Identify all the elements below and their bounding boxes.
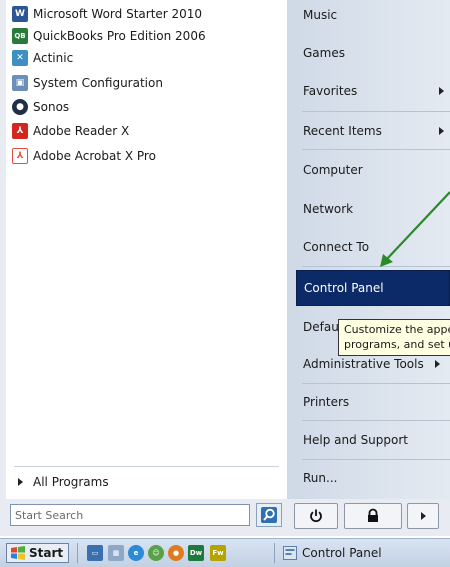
all-programs-button[interactable]: All Programs xyxy=(18,472,109,492)
control-panel-tooltip: Customize the appearance and functionali… xyxy=(338,319,450,356)
calculator-icon[interactable]: ▦ xyxy=(108,545,124,561)
menu-item-recent-items[interactable]: Recent Items xyxy=(296,119,450,143)
tooltip-line-1: Customize the appearance and functionali… xyxy=(344,323,450,336)
internet-explorer-icon[interactable]: e xyxy=(128,545,144,561)
tooltip-line-2: programs, and set up network connections… xyxy=(344,338,450,351)
control-panel-icon xyxy=(283,546,297,560)
menu-item-label: Games xyxy=(303,46,345,60)
divider xyxy=(302,459,450,460)
menu-item-label: Printers xyxy=(303,395,350,409)
shutdown-options-button[interactable] xyxy=(407,503,439,529)
program-item-sonos[interactable]: ● Sonos xyxy=(12,96,69,118)
divider xyxy=(302,383,450,384)
menu-item-label: Help and Support xyxy=(303,433,408,447)
divider xyxy=(302,266,450,267)
program-label: System Configuration xyxy=(33,76,163,90)
program-item-adobe-acrobat[interactable]: ⅄ Adobe Acrobat X Pro xyxy=(12,145,156,167)
divider xyxy=(302,420,450,421)
fireworks-icon[interactable]: Fw xyxy=(210,545,226,561)
menu-item-help-and-support[interactable]: Help and Support xyxy=(296,428,450,452)
word-icon: W xyxy=(12,6,28,22)
menu-item-music[interactable]: Music xyxy=(296,3,450,27)
adobe-reader-icon: ⅄ xyxy=(12,123,28,139)
menu-item-printers[interactable]: Printers xyxy=(296,390,450,414)
all-programs-label: All Programs xyxy=(33,475,109,489)
system-links-panel: Music Games Favorites Recent Items Compu… xyxy=(287,0,450,499)
menu-item-label: Connect To xyxy=(303,240,370,254)
program-label: Adobe Reader X xyxy=(33,124,130,138)
taskbar-item-control-panel[interactable]: Control Panel xyxy=(280,543,446,563)
program-item-quickbooks[interactable]: QB QuickBooks Pro Edition 2006 xyxy=(12,25,206,47)
search-button[interactable] xyxy=(256,503,282,527)
menu-item-label: Run... xyxy=(303,471,338,485)
lock-icon xyxy=(368,508,378,522)
taskbar-item-label: Control Panel xyxy=(302,546,382,560)
start-search-input[interactable] xyxy=(11,505,249,525)
lock-button[interactable] xyxy=(344,503,402,529)
program-label: QuickBooks Pro Edition 2006 xyxy=(33,29,206,43)
menu-item-label: Administrative Tools xyxy=(303,357,424,371)
arrow-right-icon xyxy=(420,512,426,520)
chevron-right-icon xyxy=(18,478,23,486)
program-item-adobe-reader[interactable]: ⅄ Adobe Reader X xyxy=(12,120,129,142)
menu-item-control-panel[interactable]: Control Panel xyxy=(296,270,450,306)
menu-item-favorites[interactable]: Favorites xyxy=(296,79,450,103)
power-button[interactable] xyxy=(294,503,338,529)
adobe-acrobat-icon: ⅄ xyxy=(12,148,28,164)
menu-item-run[interactable]: Run... xyxy=(296,466,450,490)
divider xyxy=(302,111,450,112)
menu-item-network[interactable]: Network xyxy=(296,197,450,221)
start-search-box xyxy=(10,504,250,526)
program-label: Adobe Acrobat X Pro xyxy=(33,149,156,163)
menu-item-games[interactable]: Games xyxy=(296,41,450,65)
menu-item-label: Recent Items xyxy=(303,124,382,138)
power-icon xyxy=(310,509,322,523)
submenu-arrow-icon xyxy=(439,87,444,95)
actinic-icon: ✕ xyxy=(12,50,28,66)
divider xyxy=(274,543,275,563)
submenu-arrow-icon xyxy=(439,127,444,135)
dreamweaver-icon[interactable]: Dw xyxy=(188,545,204,561)
submenu-arrow-icon xyxy=(435,360,440,368)
windows-logo-icon xyxy=(11,546,25,560)
program-item-actinic[interactable]: ✕ Actinic xyxy=(12,47,73,69)
messenger-icon[interactable]: ☺ xyxy=(148,545,164,561)
taskbar: Start ▭ ▦ e ☺ ● Dw Fw Control Panel xyxy=(0,538,450,567)
firefox-icon[interactable]: ● xyxy=(168,545,184,561)
menu-item-label: Favorites xyxy=(303,84,358,98)
menu-item-label: Computer xyxy=(303,163,363,177)
divider xyxy=(14,466,279,467)
start-label: Start xyxy=(29,546,64,560)
divider xyxy=(302,149,450,150)
system-configuration-icon: ▣ xyxy=(12,75,28,91)
program-label: Sonos xyxy=(33,100,70,114)
program-label: Actinic xyxy=(33,51,74,65)
search-icon xyxy=(261,507,277,523)
start-menu: W Microsoft Word Starter 2010 QB QuickBo… xyxy=(0,0,450,536)
divider xyxy=(77,543,78,563)
sonos-icon: ● xyxy=(12,99,28,115)
menu-item-connect-to[interactable]: Connect To xyxy=(296,235,450,259)
menu-item-label: Control Panel xyxy=(304,281,384,295)
show-desktop-icon[interactable]: ▭ xyxy=(87,545,103,561)
program-item-system-configuration[interactable]: ▣ System Configuration xyxy=(12,72,163,94)
quickbooks-icon: QB xyxy=(12,28,28,44)
menu-item-label: Music xyxy=(303,8,338,22)
start-button[interactable]: Start xyxy=(6,543,69,563)
menu-item-computer[interactable]: Computer xyxy=(296,158,450,182)
pinned-programs-panel: W Microsoft Word Starter 2010 QB QuickBo… xyxy=(6,0,288,499)
program-label: Microsoft Word Starter 2010 xyxy=(33,7,203,21)
program-item-word[interactable]: W Microsoft Word Starter 2010 xyxy=(12,3,202,25)
menu-item-label: Network xyxy=(303,202,354,216)
